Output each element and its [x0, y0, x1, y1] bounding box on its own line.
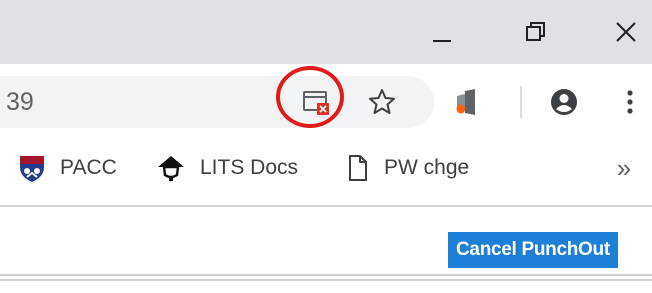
restore-icon — [526, 22, 545, 41]
shield-crest-icon — [20, 156, 44, 182]
office-extension-icon — [456, 89, 475, 115]
bookmark-pacc[interactable]: PACC — [18, 148, 117, 188]
page-icon — [349, 155, 367, 181]
url-text[interactable]: 39 — [6, 86, 34, 118]
office-extension-button[interactable] — [446, 82, 486, 122]
page-divider — [0, 279, 652, 281]
bookmark-lits-docs[interactable]: LITS Docs — [156, 148, 298, 188]
profile-button[interactable] — [544, 82, 584, 122]
bookmark-label: PW chge — [384, 156, 470, 179]
close-icon — [616, 22, 636, 42]
bookmark-label: PACC — [60, 156, 117, 179]
minimize-button[interactable] — [416, 0, 468, 64]
bookmarks-overflow-button[interactable]: » — [606, 150, 642, 186]
browser-chrome-divider — [0, 205, 652, 207]
popup-blocked-button[interactable] — [296, 82, 336, 122]
restore-button[interactable] — [510, 0, 562, 64]
close-button[interactable] — [600, 0, 652, 64]
bookmark-star-icon — [369, 89, 395, 114]
bookmark-label: LITS Docs — [200, 156, 299, 179]
bookmark-star-button[interactable] — [362, 82, 402, 122]
menu-dots-icon — [627, 90, 633, 114]
minimize-icon — [433, 40, 451, 42]
lamp-icon — [158, 156, 184, 181]
cancel-punchout-button[interactable]: Cancel PunchOut — [448, 232, 618, 268]
menu-button[interactable] — [610, 82, 650, 122]
profile-icon — [551, 89, 577, 115]
page-divider — [0, 274, 652, 276]
toolbar-divider — [520, 86, 522, 118]
bookmark-pw-chge[interactable]: PW chge — [346, 148, 469, 188]
popup-blocked-icon — [303, 91, 329, 115]
